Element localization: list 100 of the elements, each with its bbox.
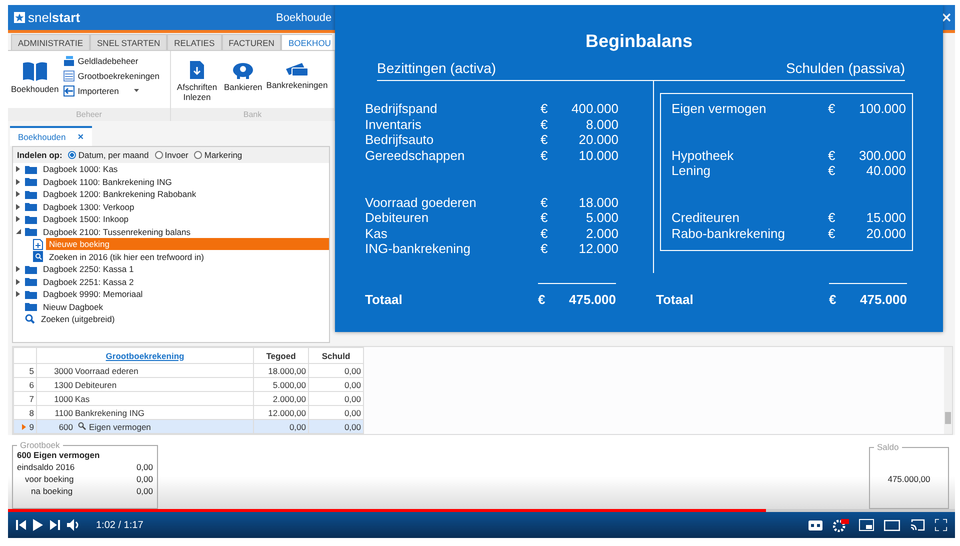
ribbon-button[interactable]: Bankrekeningen — [265, 54, 329, 90]
account-code: 1100 — [54, 408, 73, 418]
table-cell: 18.000,00 — [254, 364, 308, 378]
folder-icon — [25, 190, 37, 199]
total-amount: 475.000 — [568, 292, 616, 307]
item-name: Bedrijfsauto — [365, 132, 435, 148]
ribbon-tab[interactable]: ADMINISTRATIE — [11, 34, 90, 50]
play-icon[interactable] — [33, 519, 43, 531]
expand-caret-icon[interactable] — [16, 278, 20, 285]
tree-item[interactable]: Dagboek 1100: Bankrekening ING — [40, 176, 175, 188]
table-cell: 0,00 — [308, 392, 364, 406]
tree-item[interactable]: Dagboek 2250: Kassa 1 — [40, 263, 137, 276]
scrollbar[interactable] — [944, 347, 952, 434]
ribbon-tab[interactable]: RELATIES — [167, 34, 222, 50]
ribbon-tab[interactable]: BOEKHOU — [281, 34, 332, 50]
balance-value: 0,00 — [136, 473, 153, 485]
group-by-label: Indelen op: — [17, 150, 62, 160]
tree-item[interactable]: Dagboek 2100: Tussenrekening balans — [40, 226, 194, 238]
row-number: 6 — [29, 380, 34, 390]
table-cell: 0,00 — [254, 420, 308, 434]
row-number: 7 — [29, 394, 34, 404]
account-code: 3000 — [53, 366, 73, 376]
tree-item[interactable]: Nieuw Dagboek — [40, 300, 106, 313]
item-amount: 18.000 — [578, 194, 618, 210]
tree-item[interactable]: Zoeken (uitgebreid) — [38, 313, 118, 326]
ribbon-button[interactable]: Boekhouden — [10, 54, 60, 94]
expand-caret-icon[interactable] — [16, 178, 20, 185]
radio-option[interactable]: Markering — [194, 150, 242, 160]
item-name: Bedrijfspand — [365, 101, 438, 117]
total-amount: 475.000 — [859, 292, 907, 307]
expand-caret-icon[interactable] — [16, 191, 20, 198]
account-code: 1000 — [53, 394, 73, 404]
ribbon-tab[interactable]: FACTUREN — [222, 34, 282, 50]
search-icon[interactable] — [78, 422, 86, 430]
fullscreen-icon[interactable] — [935, 519, 947, 531]
window-title: Boekhoude — [276, 12, 332, 24]
folder-icon — [25, 214, 37, 224]
column-header[interactable]: Grootboekrekening — [36, 348, 254, 364]
progress-bar[interactable] — [8, 509, 955, 512]
account-name: Kas — [75, 394, 90, 404]
tree-item[interactable]: Dagboek 1000: Kas — [40, 163, 121, 176]
item-amount: 40.000 — [865, 163, 906, 179]
item-amount: 12.000 — [578, 241, 618, 257]
column-heading: Bezittingen (activa) — [377, 60, 496, 76]
cast-icon[interactable] — [910, 519, 925, 531]
new-document-icon — [33, 238, 43, 250]
settings-icon[interactable] — [833, 518, 849, 532]
logo-text: snelstart — [28, 10, 80, 25]
tree-item[interactable]: Dagboek 9990: Memoriaal — [40, 288, 146, 300]
search-icon — [25, 314, 35, 324]
currency-sign: € — [829, 292, 838, 307]
balance-label: eindsaldo 2016 — [17, 461, 75, 473]
ribbon-button[interactable]: Afschriften Inlezen — [173, 54, 221, 102]
theater-mode-icon[interactable] — [884, 520, 900, 530]
close-icon[interactable] — [942, 13, 951, 22]
collapse-caret-icon[interactable] — [16, 229, 21, 234]
tree-item[interactable]: Dagboek 1200: Bankrekening Rabobank — [40, 188, 200, 200]
miniplayer-icon[interactable] — [859, 519, 874, 531]
document-tab[interactable]: Boekhouden × — [10, 126, 92, 146]
radio-option[interactable]: Datum, per maand — [68, 150, 149, 160]
next-icon[interactable] — [50, 520, 60, 530]
close-tab-button[interactable]: × — [78, 132, 84, 142]
currency-sign: € — [540, 226, 549, 242]
item-name: Inventaris — [365, 116, 422, 132]
tree-item[interactable]: Dagboek 1300: Verkoop — [40, 200, 138, 213]
table-cell: 0,00 — [308, 420, 364, 434]
tree-item[interactable]: Dagboek 2251: Kassa 2 — [40, 276, 137, 288]
panel-title: Grootboek — [19, 440, 61, 450]
expand-caret-icon[interactable] — [16, 204, 20, 210]
ribbon-button[interactable]: Grootboekrekeningen — [62, 69, 161, 83]
book-icon — [22, 60, 48, 82]
expand-caret-icon[interactable] — [16, 266, 20, 272]
folder-icon — [25, 264, 37, 274]
currency-sign: € — [540, 241, 549, 257]
currency-sign: € — [540, 116, 549, 132]
row-number: 5 — [29, 366, 34, 376]
radio-option[interactable]: Invoer — [154, 150, 188, 160]
account-code[interactable]: 600 — [39, 422, 73, 432]
star-logo-icon — [14, 12, 25, 23]
ribbon-tab[interactable]: SNEL STARTEN — [90, 34, 168, 50]
captions-icon[interactable] — [808, 520, 823, 530]
previous-icon[interactable] — [16, 520, 26, 530]
expand-caret-icon[interactable] — [16, 166, 20, 172]
account-name: Voorraad ederen — [75, 366, 138, 376]
item-name: Eigen vermogen — [672, 101, 768, 117]
volume-icon[interactable] — [67, 519, 81, 531]
account-code: 1300 — [53, 380, 73, 390]
ribbon-button[interactable]: Importeren — [62, 84, 161, 98]
row-number: 8 — [29, 408, 34, 418]
ribbon-button[interactable]: Geldladebeheer — [62, 54, 161, 68]
piggy-bank-icon — [231, 60, 256, 80]
ribbon-button[interactable]: Bankieren — [223, 54, 264, 92]
expand-caret-icon[interactable] — [16, 216, 20, 222]
item-amount: 400.000 — [570, 101, 618, 117]
table-cell: 0,00 — [308, 378, 364, 392]
folder-icon — [25, 202, 37, 212]
tree-item[interactable]: Dagboek 1500: Inkoop — [40, 213, 132, 226]
expand-caret-icon[interactable] — [16, 291, 20, 298]
tree-item[interactable]: Zoeken in 2016 (tik hier een trefwoord in) — [46, 250, 207, 263]
account-heading: 600 Eigen vermogen — [17, 450, 101, 460]
